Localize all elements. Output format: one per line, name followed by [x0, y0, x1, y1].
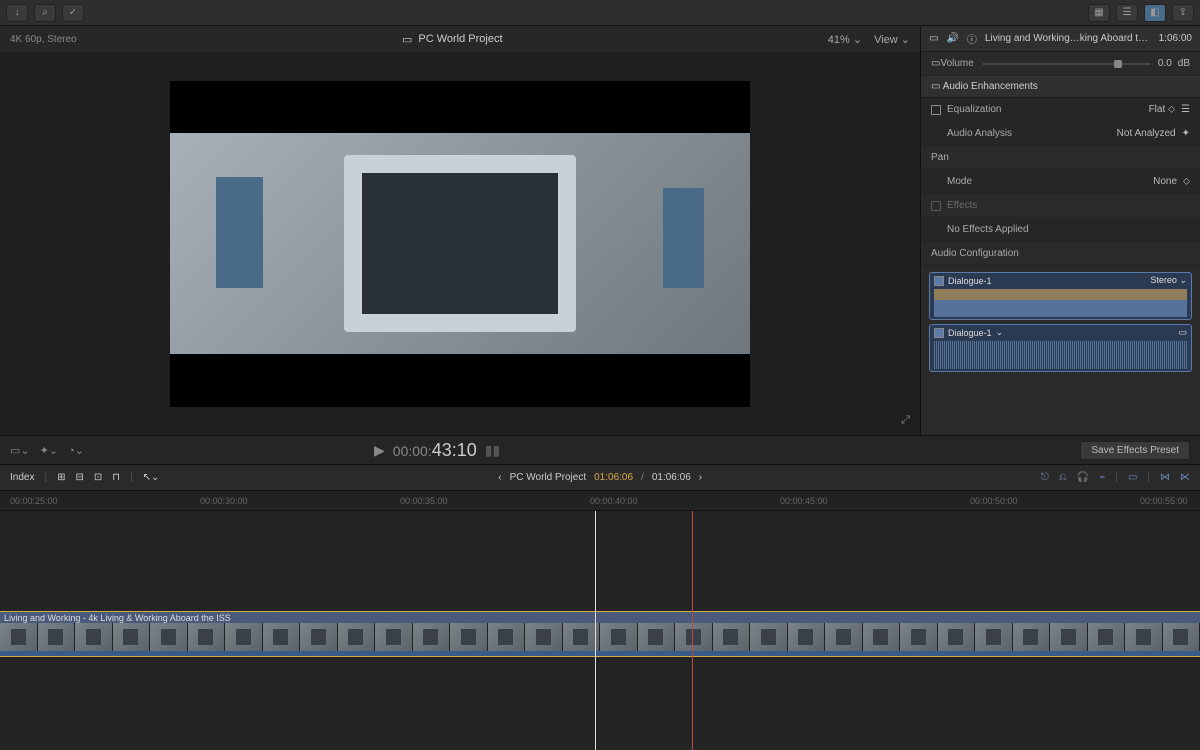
audio-tab-icon[interactable]: 🔊 [946, 33, 958, 44]
transitions-icon[interactable]: ⋈ [1160, 472, 1170, 483]
ruler-mark: 00:00:55:00 [1140, 496, 1188, 506]
snap-icon[interactable]: ⌁ [1099, 472, 1105, 483]
skimming-icon[interactable]: ⎋ [1041, 472, 1049, 483]
ruler-mark: 00:00:40:00 [590, 496, 638, 506]
ruler-mark: 00:00:25:00 [10, 496, 58, 506]
volume-unit: dB [1178, 58, 1190, 69]
clip-title-bar: Living and Working - 4k Living & Working… [0, 611, 1200, 623]
playhead[interactable] [595, 511, 596, 750]
analysis-value: Not Analyzed [1117, 128, 1176, 139]
primary-storyline[interactable]: Living and Working - 4k Living & Working… [0, 611, 1200, 657]
timecode-display[interactable]: 00:00:43:10 [393, 440, 477, 461]
insert-button[interactable]: ⊞ [57, 472, 65, 483]
pan-label: Pan [931, 152, 949, 163]
video-frame [170, 81, 750, 407]
equalization-label: Equalization [947, 104, 1001, 115]
project-icon: ▭ [402, 33, 412, 46]
timeline-toolbar: Index | ⊞ ⊟ ⊡ ⊓ | ↖⌄ ‹ PC World Project … [0, 465, 1200, 491]
channel-1-checkbox[interactable] [934, 276, 944, 286]
no-effects-label: No Effects Applied [947, 224, 1029, 235]
timeline-area[interactable]: Living and Working - 4k Living & Working… [0, 511, 1200, 750]
timeline-project-name: PC World Project [510, 472, 587, 483]
keyword-button[interactable]: ⌕ [34, 4, 56, 22]
analysis-label: Audio Analysis [947, 128, 1012, 139]
volume-value: 0.0 [1158, 58, 1172, 69]
index-button[interactable]: Index [10, 472, 34, 483]
prev-edit-icon[interactable]: ‹ [498, 472, 501, 483]
append-button[interactable]: ⊟ [75, 472, 83, 483]
clip-duration: 1:06:00 [1159, 33, 1192, 44]
ruler-mark: 00:00:50:00 [970, 496, 1018, 506]
zoom-dropdown[interactable]: 41% ⌄ [828, 33, 862, 46]
ruler-mark: 00:00:30:00 [200, 496, 248, 506]
info-tab-icon[interactable]: ⓘ [967, 31, 977, 46]
audio-meter-icon[interactable]: ▮▮ [485, 442, 500, 459]
total-timecode: 01:06:06 [652, 472, 691, 483]
audio-channel-1[interactable]: Dialogue-1 Stereo ⌄ [929, 272, 1192, 320]
viewer-canvas[interactable]: ⤢ [0, 52, 920, 435]
analyze-icon[interactable]: ✦ [1182, 128, 1190, 139]
channel-2-checkbox[interactable] [934, 328, 944, 338]
volume-icon: ▭ [931, 58, 940, 69]
ruler-mark: 00:00:35:00 [400, 496, 448, 506]
fullscreen-icon[interactable]: ⤢ [901, 414, 910, 427]
mode-dropdown[interactable]: None ⬦ [1153, 176, 1190, 187]
connect-button[interactable]: ⊓ [112, 472, 120, 483]
transport-bar: ▭⌄ ✦⌄ ◔⌄ ▶ 00:00:43:10 ▮▮ Save Effects P… [0, 435, 1200, 465]
titles-icon[interactable]: ⋉ [1180, 472, 1190, 483]
play-button[interactable]: ▶ [374, 442, 385, 459]
clip-appearance-dropdown[interactable]: ▭⌄ [10, 444, 30, 457]
retime-dropdown[interactable]: ◔⌄ [68, 444, 84, 457]
next-edit-icon[interactable]: › [699, 472, 702, 483]
inspector-panel: ▭ 🔊 ⓘ Living and Working…king Aboard the… [920, 26, 1200, 435]
project-title: PC World Project [418, 33, 502, 45]
effects-checkbox[interactable] [931, 201, 941, 211]
equalization-dropdown[interactable]: Flat ⬦ [1149, 104, 1175, 115]
view-dropdown[interactable]: View ⌄ [874, 33, 910, 46]
tools-dropdown[interactable]: ✦⌄ [40, 444, 58, 457]
channel-2-name: Dialogue-1 [948, 328, 992, 338]
viewer-panel: 4K 60p, Stereo ▭ PC World Project 41% ⌄ … [0, 26, 920, 435]
import-button[interactable]: ↓ [6, 4, 28, 22]
audio-channel-2[interactable]: Dialogue-1 ⌄▭ [929, 324, 1192, 372]
clip-thumbnails [0, 623, 1200, 651]
clip-name: Living and Working…king Aboard the ISS [985, 33, 1151, 44]
skimmer[interactable] [692, 511, 693, 750]
ruler-mark: 00:00:45:00 [780, 496, 828, 506]
save-preset-button[interactable]: Save Effects Preset [1080, 441, 1190, 460]
volume-slider[interactable] [982, 63, 1150, 65]
clip-audio-lane [0, 651, 1200, 657]
viewer-header: 4K 60p, Stereo ▭ PC World Project 41% ⌄ … [0, 26, 920, 52]
current-timecode: 01:06:06 [594, 472, 633, 483]
audio-skim-icon[interactable]: ⎌ [1059, 472, 1067, 483]
equalization-checkbox[interactable] [931, 105, 941, 115]
background-tasks-button[interactable]: ✓ [62, 4, 84, 22]
share-button[interactable]: ⇪ [1172, 4, 1194, 22]
overwrite-button[interactable]: ⊡ [94, 472, 102, 483]
channel-1-type[interactable]: Stereo ⌄ [1150, 275, 1187, 286]
channel-2-role-icon[interactable]: ▭ [1178, 327, 1187, 338]
eq-edit-icon[interactable]: ☰ [1181, 104, 1190, 115]
top-toolbar: ↓ ⌕ ✓ ▦ ☰ ◧ ⇪ [0, 0, 1200, 26]
effects-label: Effects [947, 200, 977, 211]
layout-inspector-button[interactable]: ◧ [1144, 4, 1166, 22]
layout-grid-button[interactable]: ▦ [1088, 4, 1110, 22]
format-label: 4K 60p, Stereo [10, 34, 77, 45]
layout-list-button[interactable]: ☰ [1116, 4, 1138, 22]
audio-config-label: Audio Configuration [931, 248, 1019, 259]
select-tool[interactable]: ↖⌄ [143, 472, 160, 483]
volume-label: Volume [940, 58, 973, 69]
solo-icon[interactable]: 🎧 [1077, 472, 1089, 483]
mode-label: Mode [947, 176, 972, 187]
channel-1-name: Dialogue-1 [948, 276, 992, 286]
enhancements-section: ▭ Audio Enhancements [921, 76, 1200, 98]
timeline-ruler[interactable]: 00:00:25:00 00:00:30:00 00:00:35:00 00:0… [0, 491, 1200, 511]
effects-browser-icon[interactable]: ▭ [1128, 472, 1137, 483]
video-tab-icon[interactable]: ▭ [929, 33, 938, 44]
